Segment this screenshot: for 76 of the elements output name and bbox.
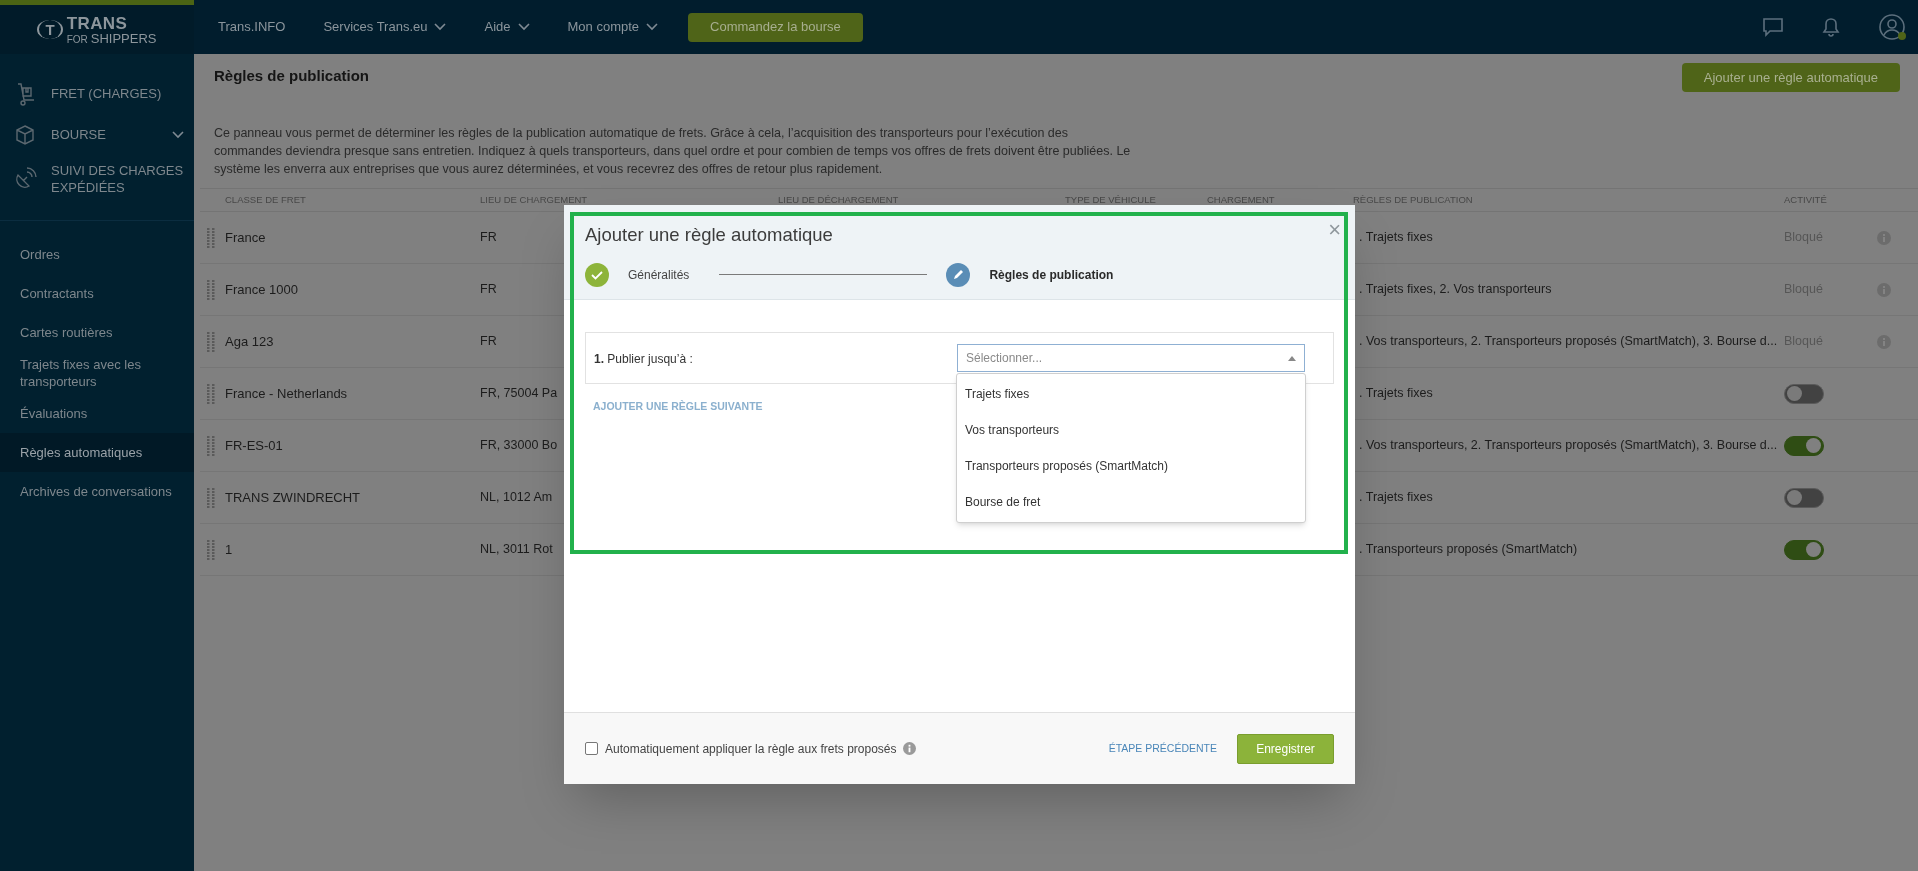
sidebar-item[interactable]: Contractants [0, 274, 194, 313]
table-cell-text: 1 [225, 540, 234, 559]
previous-step-link[interactable]: ÉTAPE PRÉCÉDENTE [1108, 740, 1217, 757]
page-title: Règles de publication [214, 66, 370, 86]
sidebar-item[interactable]: Cartes routières [0, 313, 194, 352]
description-text: Ce panneau vous permet de déterminer les règles de la publication automatique de frets. Grâce à cela, l’acquisition des transporteurs pour l’exécution des commandes deviendra presque sans entretien. Indiquez à quels transporteurs, dans quel ordre et pour combien de temps vos offres de frets doivent être publiées. Le système les enverra aux entreprises que vous aurez déterminées, et vous recevrez des offres de retour plus rapidement. [214, 125, 1132, 178]
checkbox-label: Automatiquement appliquer la règle aux frets proposés [605, 740, 897, 758]
add-rule-button[interactable]: Ajouter une règle automatique [1681, 63, 1900, 92]
close-button[interactable]: × [1328, 219, 1341, 241]
logo-tagline: SHIPPERS [90, 31, 157, 45]
drag-handle-icon[interactable] [207, 226, 215, 249]
table-cell-text: . Trajets fixes [1358, 385, 1434, 403]
sidebar-main-item[interactable]: SUIVI DES CHARGES EXPÉDIÉES [0, 162, 194, 196]
cube-icon [13, 123, 37, 146]
sidebar-item[interactable]: Archives de conversations [0, 472, 194, 511]
table-cell-text: NL, 3011 Rot [480, 541, 553, 559]
nav-link[interactable]: Trans.INFO [218, 17, 286, 37]
logo-tagline: FOR [66, 34, 88, 45]
step-label: Généralités [628, 266, 690, 284]
caret-icon [1288, 355, 1296, 361]
bell-icon[interactable] [1822, 17, 1840, 37]
sidebar-item[interactable]: Trajets fixes avec les transporteurs [0, 352, 194, 394]
dropdown-option[interactable]: Trajets fixes [957, 376, 1305, 412]
toggle-switch[interactable] [1784, 383, 1824, 404]
drag-handle-icon[interactable] [207, 278, 215, 301]
table-cell-text: France [225, 228, 267, 247]
table-cell-text: France 1000 [225, 280, 299, 299]
toggle-switch[interactable] [1784, 487, 1824, 508]
nav-link[interactable]: Aide [484, 17, 530, 37]
modal-title: Ajouter une règle automatique [585, 223, 834, 247]
info-icon[interactable] [902, 742, 916, 755]
sidebar-item[interactable]: Ordres [0, 235, 194, 274]
table-cell-text: FR-ES-01 [225, 436, 284, 455]
table-cell-text: FR, 33000 Bo [480, 437, 558, 455]
step-label: Règles de publication [989, 266, 1114, 284]
nav-link[interactable]: Services Trans.eu [323, 17, 447, 37]
sidebar-item[interactable]: Évaluations [0, 394, 194, 433]
table-cell-text: France - Netherlands [225, 384, 349, 403]
rule-label: 1. Publier jusqu’à : [594, 352, 693, 366]
table-cell-text: FR [480, 281, 497, 299]
table-cell-text: FR [480, 333, 497, 351]
table-cell-text: TRANS ZWINDRECHT [225, 488, 362, 507]
drag-handle-icon[interactable] [207, 486, 215, 509]
sidebar-main-item[interactable]: FRET (CHARGES) [0, 80, 194, 107]
logo-mark: T [37, 20, 63, 39]
save-button[interactable]: Enregistrer [1237, 733, 1334, 764]
drag-handle-icon[interactable] [207, 382, 215, 405]
table-cell-text: . Vos transporteurs, 2. Transporteurs proposés (SmartMatch), 3. Bourse d... [1358, 437, 1779, 455]
toggle-switch[interactable] [1784, 539, 1824, 560]
select-field[interactable]: Sélectionner... [957, 344, 1305, 372]
table-cell-text: . Trajets fixes [1358, 489, 1434, 507]
sidebar-item[interactable]: Règles automatiques [0, 433, 194, 472]
table-cell-text: . Vos transporteurs, 2. Transporteurs proposés (SmartMatch), 3. Bourse d... [1358, 333, 1779, 351]
column-header: CHARGEMENT [1207, 192, 1276, 207]
dropdown-option[interactable]: Vos transporteurs [957, 412, 1305, 448]
toggle-switch[interactable] [1784, 435, 1824, 456]
satellite-dish-icon [13, 167, 37, 191]
table-cell-text: . Transporteurs proposés (SmartMatch) [1358, 541, 1579, 559]
drag-handle-icon[interactable] [207, 330, 215, 353]
table-cell-text: NL, 1012 Am [480, 489, 553, 507]
drag-handle-icon[interactable] [207, 538, 215, 561]
chat-icon[interactable] [1762, 17, 1784, 37]
order-button[interactable]: Commandez la bourse [688, 12, 863, 42]
nav-link[interactable]: Mon compte [567, 17, 659, 37]
logo-name: TRANS [66, 14, 129, 32]
table-cell-text: . Trajets fixes [1358, 229, 1434, 247]
dropdown-option[interactable]: Transporteurs proposés (SmartMatch) [957, 448, 1305, 484]
drag-handle-icon[interactable] [207, 434, 215, 457]
table-cell-text: Aga 123 [225, 332, 275, 351]
dropdown-option[interactable]: Bourse de fret [957, 484, 1305, 520]
table-cell-text: FR [480, 229, 497, 247]
user-avatar-icon[interactable] [1878, 13, 1906, 41]
table-cell-text: . Trajets fixes, 2. Vos transporteurs [1358, 281, 1553, 299]
table-cell-text: FR, 75004 Pa [480, 385, 558, 403]
sidebar-main-item[interactable]: BOURSE [0, 121, 194, 148]
checkbox[interactable] [585, 742, 598, 755]
